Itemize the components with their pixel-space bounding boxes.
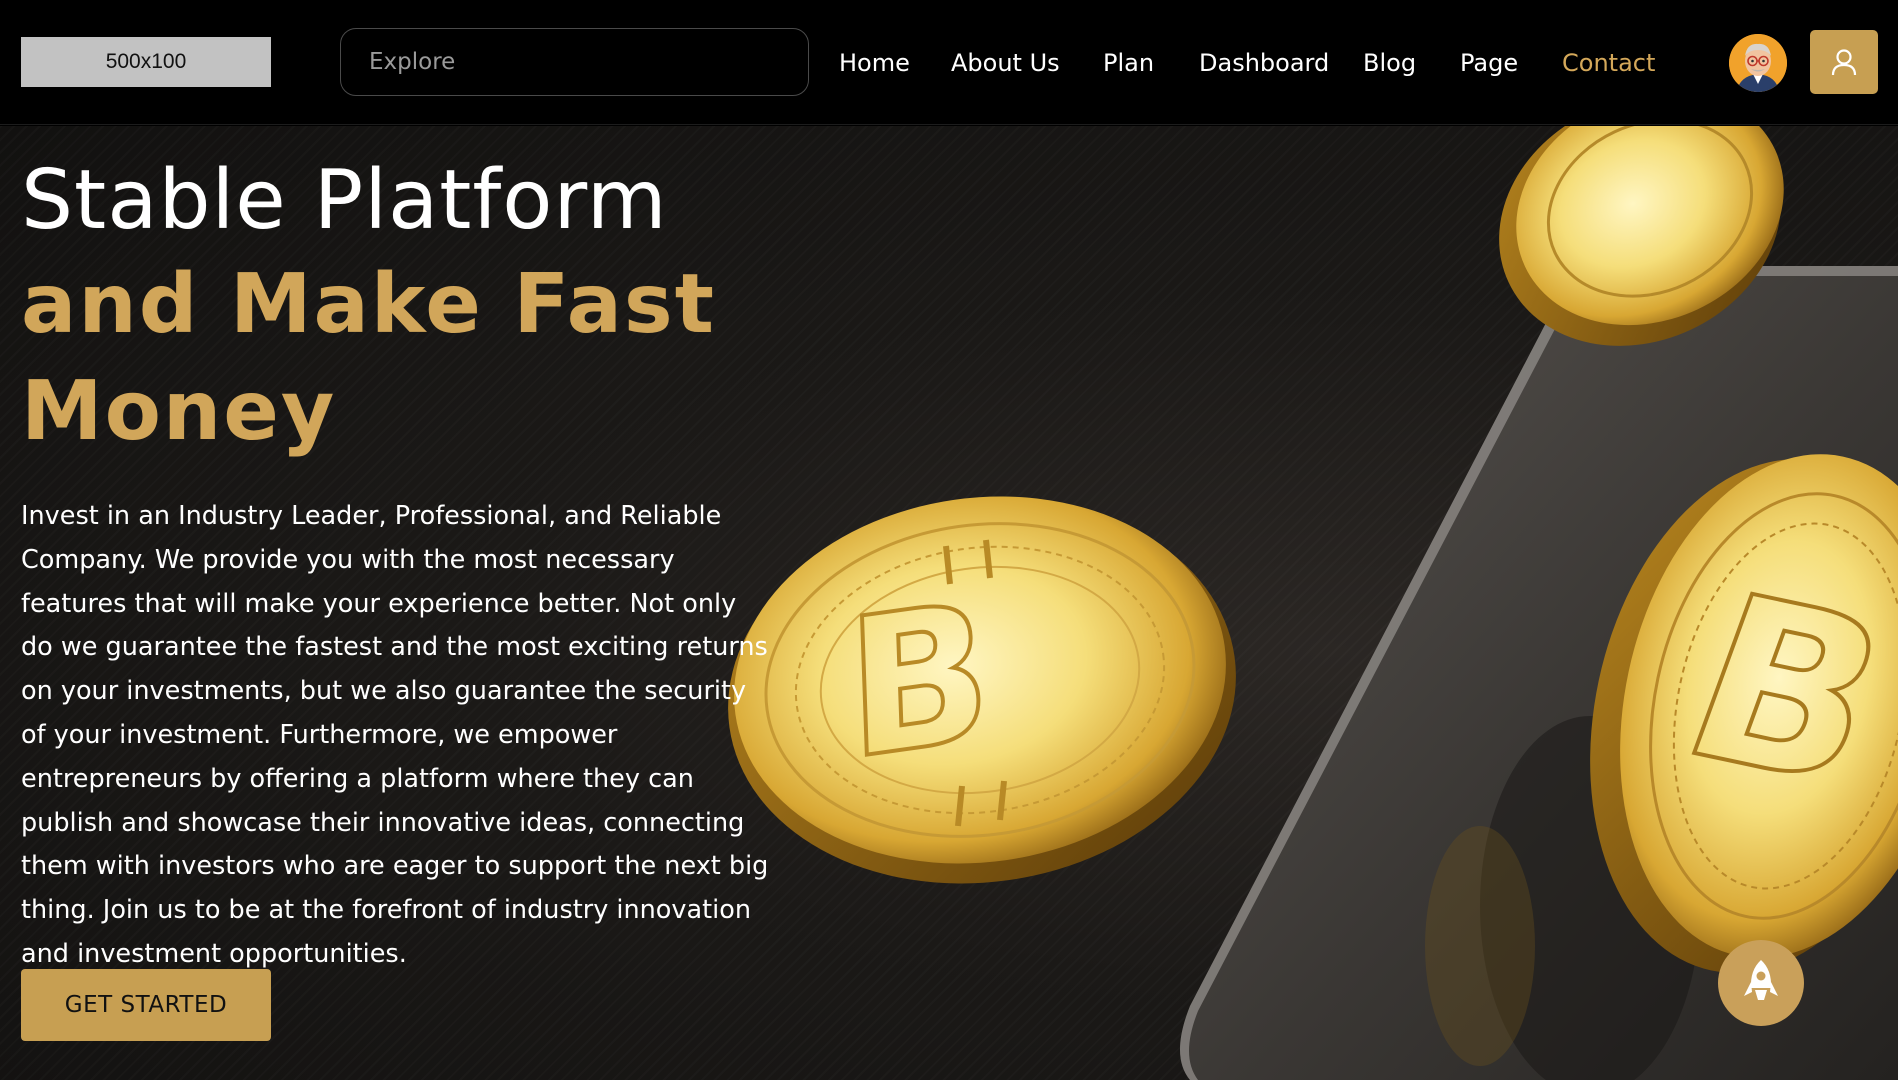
hero-title-line-3: Money [21,364,337,459]
account-button[interactable] [1810,30,1878,94]
search-input[interactable] [340,28,809,96]
avatar-illustration-icon [1729,34,1787,92]
hero-title-line-1: Stable Platform [21,153,668,248]
svg-text:B: B [843,559,994,802]
nav-dashboard[interactable]: Dashboard [1199,0,1329,125]
user-icon [1831,49,1857,76]
hero-title-line-2: and Make Fast [21,257,716,352]
user-avatar[interactable] [1729,34,1787,92]
nav-plan[interactable]: Plan [1103,0,1154,125]
nav-contact[interactable]: Contact [1562,0,1655,125]
get-started-button[interactable]: GET STARTED [21,969,271,1041]
nav-about-us[interactable]: About Us [951,0,1060,125]
nav-page[interactable]: Page [1460,0,1518,125]
hero-description: Invest in an Industry Leader, Profession… [21,501,769,969]
rocket-icon [1744,960,1778,1000]
top-header: 500x100 Home About Us Plan Dashboard Blo… [0,0,1898,125]
nav-home[interactable]: Home [839,0,910,125]
rocket-floating-button[interactable] [1718,940,1804,1026]
site-logo-placeholder[interactable]: 500x100 [21,37,271,87]
hero-section: B B Stable Platform and Make Fast Money … [0,126,1898,1080]
nav-blog[interactable]: Blog [1363,0,1416,125]
